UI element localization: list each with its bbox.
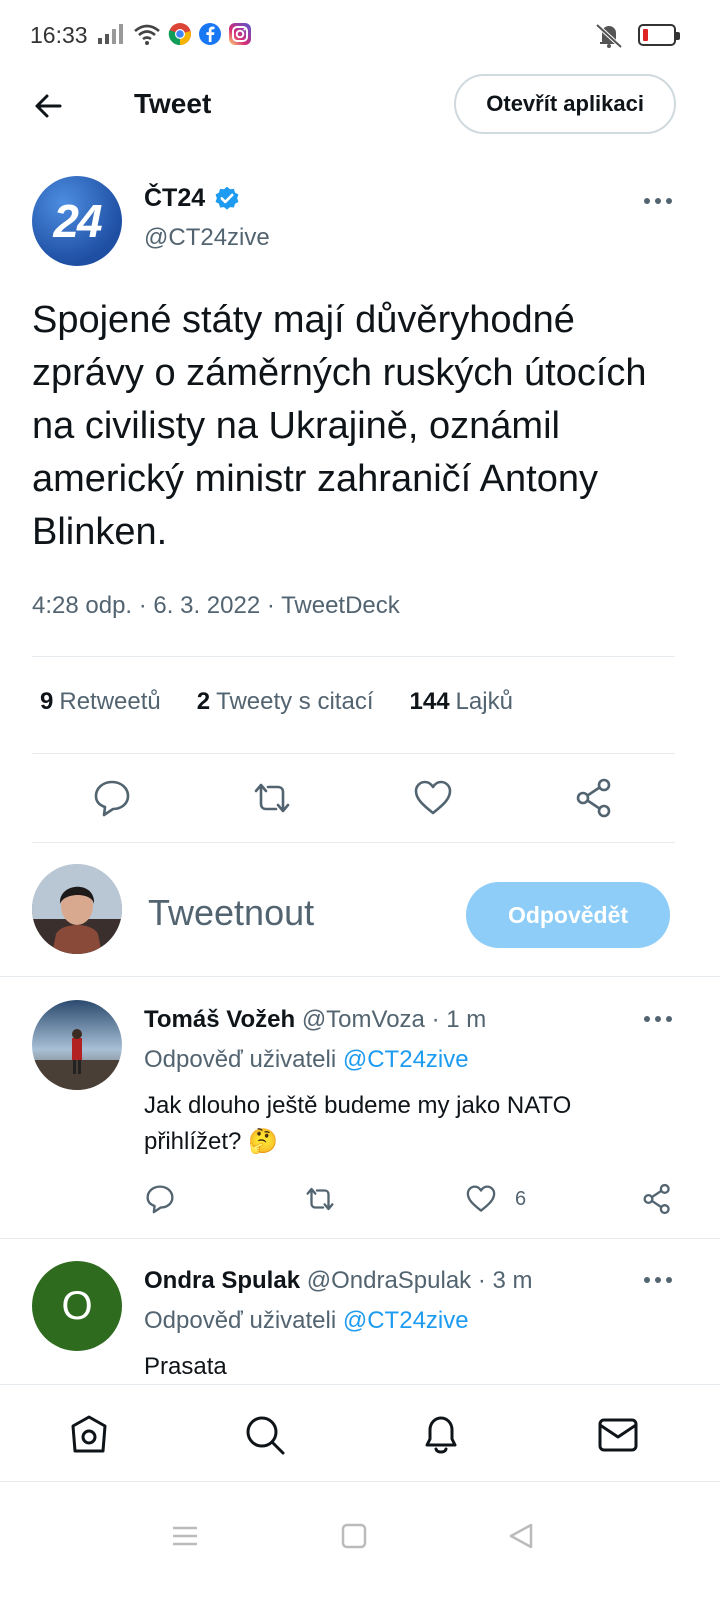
author-name-row: ČT24 bbox=[144, 184, 241, 213]
divider bbox=[32, 656, 675, 657]
divider bbox=[0, 1238, 720, 1239]
reply-item[interactable]: Tomáš Vožeh @TomVoza · 1 m Odpověď uživa… bbox=[0, 1000, 720, 1236]
retweet-icon[interactable] bbox=[250, 776, 294, 820]
signal-icon bbox=[98, 24, 123, 44]
retweet-icon[interactable] bbox=[303, 1182, 337, 1216]
reply-author-handle[interactable]: @OndraSpulak bbox=[307, 1267, 471, 1294]
open-app-button[interactable]: Otevřít aplikaci bbox=[454, 74, 676, 134]
comment-icon[interactable] bbox=[90, 776, 134, 820]
more-options-icon[interactable] bbox=[644, 1275, 674, 1285]
reply-author-handle[interactable]: @TomVoza bbox=[302, 1006, 425, 1033]
verified-badge-icon bbox=[215, 186, 239, 210]
retweet-stat[interactable]: 9 Retweetů bbox=[40, 688, 161, 716]
reply-avatar[interactable] bbox=[32, 1000, 122, 1090]
share-icon[interactable] bbox=[640, 1182, 674, 1216]
reply-to-handle[interactable]: @CT24zive bbox=[343, 1307, 469, 1334]
back-triangle-icon[interactable] bbox=[506, 1521, 536, 1551]
reply-text: Jak dlouho ještě budeme my jako NATO při… bbox=[144, 1092, 572, 1155]
status-bar: 16:33 bbox=[0, 0, 720, 70]
reply-to-handle[interactable]: @CT24zive bbox=[343, 1046, 469, 1073]
facebook-icon bbox=[199, 23, 221, 45]
menu-icon[interactable] bbox=[170, 1521, 200, 1551]
current-user-avatar[interactable] bbox=[32, 864, 122, 954]
author-avatar[interactable]: 24 bbox=[32, 176, 122, 266]
comment-icon[interactable] bbox=[143, 1182, 177, 1216]
status-icons-left bbox=[96, 22, 252, 46]
heart-icon[interactable] bbox=[464, 1182, 498, 1216]
more-options-icon[interactable] bbox=[644, 1014, 674, 1024]
more-options-icon[interactable] bbox=[644, 196, 674, 206]
reply-avatar[interactable]: O bbox=[32, 1261, 122, 1351]
tweet-text: Spojené státy mají důvěryhodné zprávy o … bbox=[32, 299, 647, 553]
user-photo bbox=[32, 864, 122, 954]
quote-stat[interactable]: 2 Tweety s citací bbox=[197, 688, 374, 716]
system-navigation-bar bbox=[0, 1483, 720, 1600]
instagram-icon bbox=[229, 23, 251, 45]
page-title: Tweet bbox=[134, 88, 212, 119]
tweet-actions bbox=[0, 776, 720, 826]
like-stat[interactable]: 144 Lajků bbox=[410, 688, 513, 716]
mail-icon[interactable] bbox=[596, 1413, 640, 1457]
reply-actions: 6 bbox=[0, 1182, 720, 1222]
search-icon[interactable] bbox=[243, 1413, 287, 1457]
reply-text: Prasata bbox=[144, 1353, 227, 1380]
divider bbox=[0, 976, 720, 977]
bottom-nav bbox=[0, 1384, 720, 1482]
reply-time: · 3 m bbox=[477, 1267, 533, 1294]
arrow-left-icon[interactable] bbox=[30, 88, 66, 124]
tweet-meta: 4:28 odp. · 6. 3. 2022 · TweetDeck bbox=[32, 592, 400, 619]
top-app-bar: Tweet Otevřít aplikaci bbox=[0, 70, 720, 140]
reply-item[interactable]: O Ondra Spulak @OndraSpulak · 3 m Odpově… bbox=[0, 1261, 720, 1381]
reply-header: Tomáš Vožeh @TomVoza · 1 m bbox=[144, 1006, 486, 1034]
bell-icon[interactable] bbox=[419, 1413, 463, 1457]
tweet-stats: 9 Retweetů 2 Tweety s citací 144 Lajků bbox=[40, 688, 513, 716]
reply-to: Odpověď uživateli @CT24zive bbox=[144, 1046, 469, 1073]
heart-icon[interactable] bbox=[411, 776, 455, 820]
chrome-icon bbox=[168, 23, 191, 46]
share-icon[interactable] bbox=[572, 776, 616, 820]
reply-button[interactable]: Odpovědět bbox=[466, 882, 670, 948]
author-handle[interactable]: @CT24zive bbox=[144, 224, 270, 252]
status-time: 16:33 bbox=[30, 22, 88, 48]
divider bbox=[32, 753, 675, 754]
reply-header: Ondra Spulak @OndraSpulak · 3 m bbox=[144, 1267, 533, 1295]
reply-to: Odpověď uživateli @CT24zive bbox=[144, 1307, 469, 1334]
reply-time: · 1 m bbox=[431, 1006, 487, 1033]
author-name[interactable]: ČT24 bbox=[144, 184, 205, 213]
reply-author-name[interactable]: Ondra Spulak bbox=[144, 1267, 300, 1294]
tweet-author: 24 ČT24 @CT24zive bbox=[32, 176, 682, 266]
compose-input[interactable]: Tweetnout bbox=[148, 892, 314, 934]
vibrate-mute-icon bbox=[595, 23, 623, 48]
divider bbox=[32, 842, 675, 843]
home-square-icon[interactable] bbox=[339, 1521, 369, 1551]
reply-author-name[interactable]: Tomáš Vožeh bbox=[144, 1006, 295, 1033]
like-count: 6 bbox=[515, 1188, 527, 1210]
wifi-icon bbox=[134, 24, 160, 45]
status-icons-right bbox=[594, 22, 680, 48]
home-icon[interactable] bbox=[67, 1413, 111, 1457]
user-photo bbox=[32, 1000, 122, 1090]
battery-icon bbox=[638, 24, 680, 46]
